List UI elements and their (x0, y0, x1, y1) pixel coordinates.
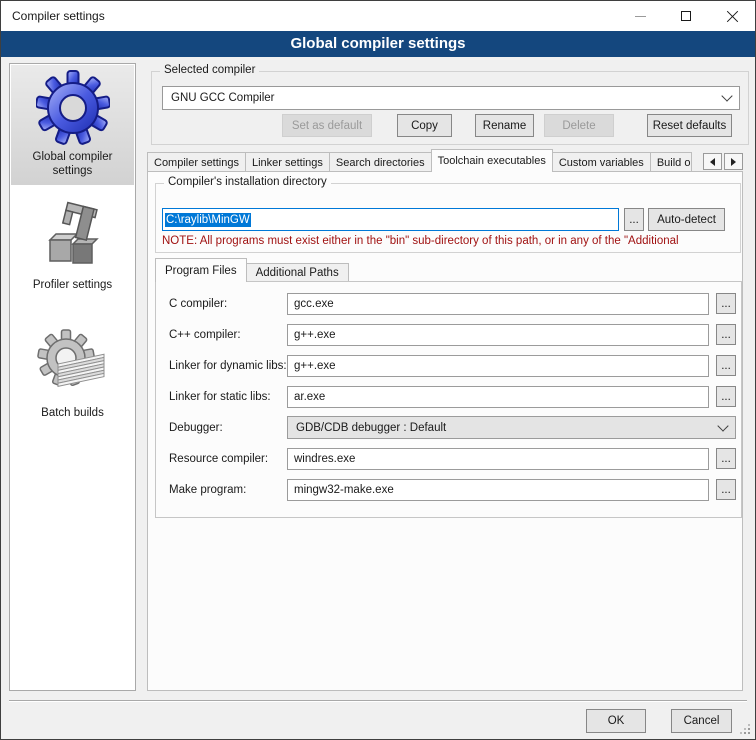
install-dir-input[interactable]: C:\raylib\MinGW (162, 208, 619, 231)
blue-gear-icon (36, 70, 110, 146)
make-program-input[interactable] (287, 479, 709, 501)
rename-button[interactable]: Rename (475, 114, 534, 137)
tab-custom-variables[interactable]: Custom variables (552, 152, 651, 172)
set-as-default-button[interactable]: Set as default (282, 114, 372, 137)
sidebar-item-profiler-settings[interactable]: Profiler settings (11, 193, 134, 299)
selected-compiler-group: Selected compiler GNU GCC Compiler Set a… (151, 71, 749, 145)
close-button[interactable] (709, 1, 755, 31)
ok-button[interactable]: OK (586, 709, 646, 733)
arrow-left-icon (710, 158, 715, 166)
chevron-down-icon (717, 420, 728, 431)
tab-scroll-right-button[interactable] (724, 153, 743, 170)
compiler-select[interactable]: GNU GCC Compiler (162, 86, 740, 110)
tab-scroll-left-button[interactable] (703, 153, 722, 170)
selected-compiler-group-label: Selected compiler (160, 64, 259, 76)
batch-gear-stack-icon (36, 326, 110, 402)
reset-defaults-button[interactable]: Reset defaults (647, 114, 732, 137)
maximize-icon (681, 11, 691, 21)
dynamic-linker-browse-button[interactable]: ... (716, 355, 736, 376)
sidebar-item-global-compiler-settings[interactable]: Global compiler settings (11, 65, 134, 185)
tab-scroll-controls (703, 153, 743, 170)
chevron-down-icon (721, 90, 732, 101)
field-label-resource-compiler: Resource compiler: (169, 453, 287, 465)
resize-grip[interactable] (740, 724, 750, 734)
maximize-button[interactable] (663, 1, 709, 31)
dynamic-linker-input[interactable] (287, 355, 709, 377)
delete-button[interactable]: Delete (544, 114, 614, 137)
resource-compiler-input[interactable] (287, 448, 709, 470)
c-compiler-input[interactable] (287, 293, 709, 315)
field-label-debugger: Debugger: (169, 422, 287, 434)
tab-linker-settings[interactable]: Linker settings (245, 152, 330, 172)
field-label-dynamic-linker: Linker for dynamic libs: (169, 360, 287, 372)
cpp-compiler-browse-button[interactable]: ... (716, 324, 736, 345)
auto-detect-button[interactable]: Auto-detect (648, 208, 725, 231)
profiler-caliper-icon (36, 198, 110, 274)
cpp-compiler-input[interactable] (287, 324, 709, 346)
installation-directory-group: Compiler's installation directory C:\ray… (155, 183, 741, 253)
field-label-static-linker: Linker for static libs: (169, 391, 287, 403)
footer-divider (9, 700, 747, 702)
install-dir-selected-text: C:\raylib\MinGW (165, 213, 251, 227)
program-files-panel: C compiler: ... C++ compiler: ... Linker… (155, 281, 742, 518)
program-files-tab-bar: Program Files Additional Paths (155, 257, 348, 282)
minimize-button[interactable] (617, 1, 663, 31)
tab-build-options[interactable]: Build options (650, 152, 692, 172)
compiler-select-value: GNU GCC Compiler (171, 92, 275, 104)
tab-search-directories[interactable]: Search directories (329, 152, 432, 172)
sidebar-item-label: Global compiler settings (17, 150, 129, 178)
close-icon (726, 10, 739, 23)
field-label-c-compiler: C compiler: (169, 298, 287, 310)
sidebar-item-label: Batch builds (41, 406, 104, 420)
cancel-button[interactable]: Cancel (671, 709, 732, 733)
make-program-browse-button[interactable]: ... (716, 479, 736, 500)
resource-compiler-browse-button[interactable]: ... (716, 448, 736, 469)
installation-directory-group-label: Compiler's installation directory (164, 176, 331, 188)
static-linker-input[interactable] (287, 386, 709, 408)
compiler-settings-dialog: Compiler settings Global compiler settin… (0, 0, 756, 740)
sidebar-item-batch-builds[interactable]: Batch builds (11, 321, 134, 427)
field-label-cpp-compiler: C++ compiler: (169, 329, 287, 341)
tab-toolchain-executables[interactable]: Toolchain executables (431, 149, 553, 172)
c-compiler-browse-button[interactable]: ... (716, 293, 736, 314)
debugger-select[interactable]: GDB/CDB debugger : Default (287, 416, 736, 439)
arrow-right-icon (731, 158, 736, 166)
page-title: Global compiler settings (1, 31, 755, 57)
settings-tab-bar: Compiler settings Linker settings Search… (147, 149, 743, 172)
tab-additional-paths[interactable]: Additional Paths (246, 263, 349, 282)
bin-subdirectory-note: NOTE: All programs must exist either in … (162, 235, 736, 247)
toolchain-executables-panel: Compiler's installation directory C:\ray… (147, 171, 743, 691)
sidebar-item-label: Profiler settings (33, 278, 112, 292)
minimize-icon (635, 16, 646, 17)
title-bar: Compiler settings (1, 1, 755, 31)
field-label-make-program: Make program: (169, 484, 287, 496)
tab-program-files[interactable]: Program Files (155, 258, 247, 282)
copy-button[interactable]: Copy (397, 114, 452, 137)
caption-buttons (617, 1, 755, 31)
tab-compiler-settings[interactable]: Compiler settings (147, 152, 246, 172)
static-linker-browse-button[interactable]: ... (716, 386, 736, 407)
debugger-select-value: GDB/CDB debugger : Default (296, 422, 446, 434)
install-dir-browse-button[interactable]: ... (624, 208, 644, 231)
window-title: Compiler settings (12, 1, 105, 31)
settings-category-list: Global compiler settings Profiler settin… (9, 63, 136, 691)
